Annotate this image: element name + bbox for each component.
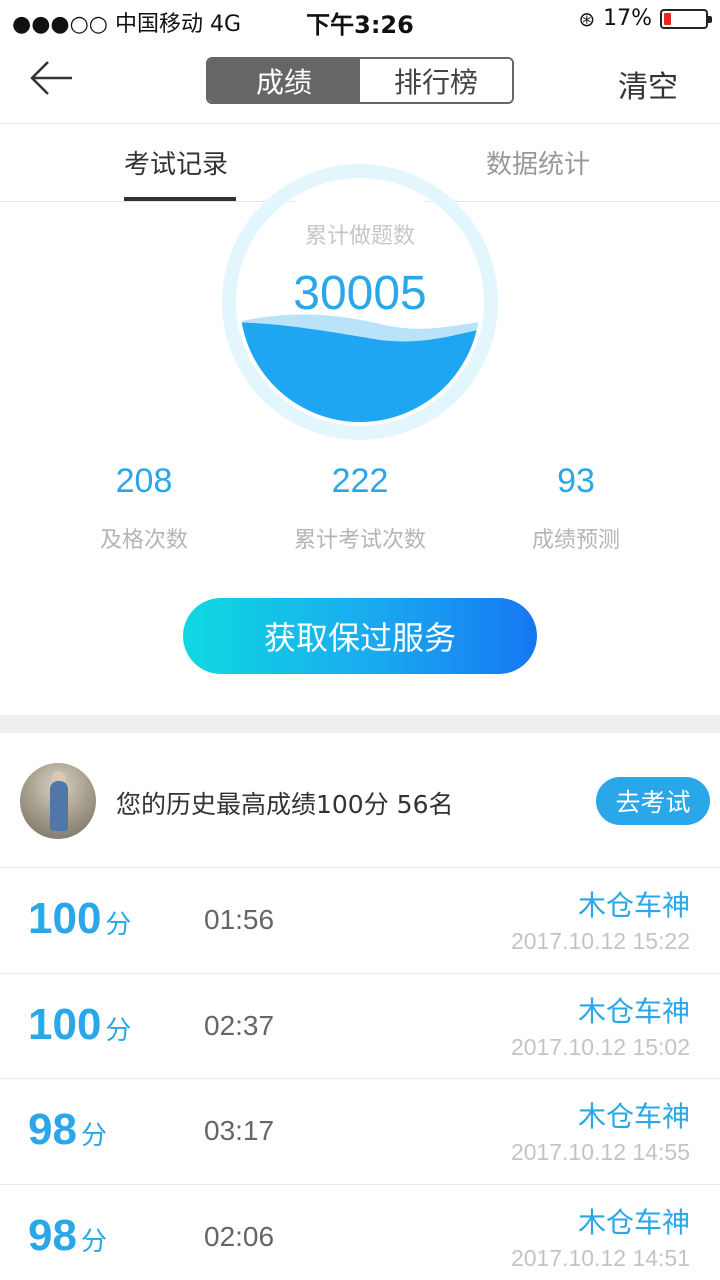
best-score-row: 您的历史最高成绩100分 56名 去考试 [0, 733, 720, 868]
avatar-figure [50, 781, 68, 831]
stat-exam-count-value: 222 [331, 462, 389, 500]
stat-pass-count-value: 208 [115, 462, 173, 500]
battery-fill [664, 12, 671, 25]
pass-service-button[interactable]: 获取保过服务 [183, 598, 537, 674]
stat-exam-count-label: 累计考试次数 [293, 528, 426, 553]
record-date: 2017.10.12 15:02 [510, 1033, 690, 1060]
stat-prediction-value: 93 [557, 462, 595, 500]
record-duration: 01:56 [204, 904, 275, 935]
exam-records-list: 100 分 01:56 木仓车神 2017.10.12 15:22 100 分 02… [0, 868, 720, 1280]
score-unit: 分 [105, 909, 132, 939]
record-row[interactable]: 100 分 01:56 木仓车神 2017.10.12 15:22 [0, 868, 720, 974]
record-duration: 02:06 [204, 1220, 275, 1252]
stat-pass-count-label: 及格次数 [99, 528, 188, 553]
section-divider [0, 715, 720, 733]
clear-button[interactable]: 清空 [618, 62, 678, 106]
record-row[interactable]: 98 分 02:06 木仓车神 2017.10.12 14:51 [0, 1184, 720, 1280]
segmented-control: 成绩 排行榜 [206, 57, 514, 104]
score-value: 98 [28, 1105, 77, 1154]
best-score-text: 您的历史最高成绩100分 56名 [116, 790, 454, 819]
battery-icon [660, 8, 712, 29]
score-unit: 分 [105, 1014, 132, 1045]
stat-prediction-label: 成绩预测 [531, 528, 620, 553]
score-value: 100 [28, 999, 102, 1049]
record-user-name: 木仓车神 [577, 994, 690, 1028]
record-user-name: 木仓车神 [577, 1100, 690, 1133]
record-score: 98 分 [28, 1211, 107, 1261]
score-unit: 分 [80, 1120, 107, 1150]
segment-ranking[interactable]: 排行榜 [360, 59, 512, 102]
take-exam-button[interactable]: 去考试 [596, 777, 710, 825]
tab-data-statistics[interactable]: 数据统计 [486, 144, 590, 181]
battery-nub [708, 15, 712, 23]
record-duration: 02:37 [204, 1009, 275, 1041]
record-row[interactable]: 98 分 03:17 木仓车神 2017.10.12 14:55 [0, 1079, 720, 1185]
tab-exam-records[interactable]: 考试记录 [124, 144, 228, 181]
record-date: 2017.10.12 14:51 [510, 1244, 690, 1271]
rotation-lock-icon: ⊛ [578, 6, 596, 31]
nav-bar: 成绩 排行榜 清空 [0, 40, 720, 124]
score-unit: 分 [80, 1225, 107, 1256]
record-row[interactable]: 100 分 02:37 木仓车神 2017.10.12 15:02 [0, 973, 720, 1079]
battery-percent: 17% [603, 6, 652, 31]
avatar[interactable] [20, 763, 96, 839]
record-date: 2017.10.12 14:55 [510, 1139, 690, 1165]
gauge-label: 累计做题数 [304, 224, 415, 249]
record-score: 100 分 [28, 1000, 131, 1050]
gauge-value: 30005 [293, 267, 427, 320]
back-button[interactable] [28, 58, 76, 98]
segment-score[interactable]: 成绩 [208, 59, 360, 102]
score-value: 100 [28, 894, 102, 943]
status-right: ⊛ 17% [578, 6, 712, 31]
record-user-name: 木仓车神 [577, 1205, 690, 1239]
record-score: 100 分 [28, 894, 131, 944]
status-bar: ●●●○○ 中国移动 4G 下午3:26 ⊛ 17% [0, 0, 720, 40]
record-duration: 03:17 [204, 1115, 275, 1146]
score-value: 98 [28, 1210, 77, 1260]
record-user-name: 木仓车神 [577, 889, 690, 922]
record-score: 98 分 [28, 1105, 107, 1155]
record-date: 2017.10.12 15:22 [510, 928, 690, 954]
back-arrow-icon [30, 61, 72, 95]
